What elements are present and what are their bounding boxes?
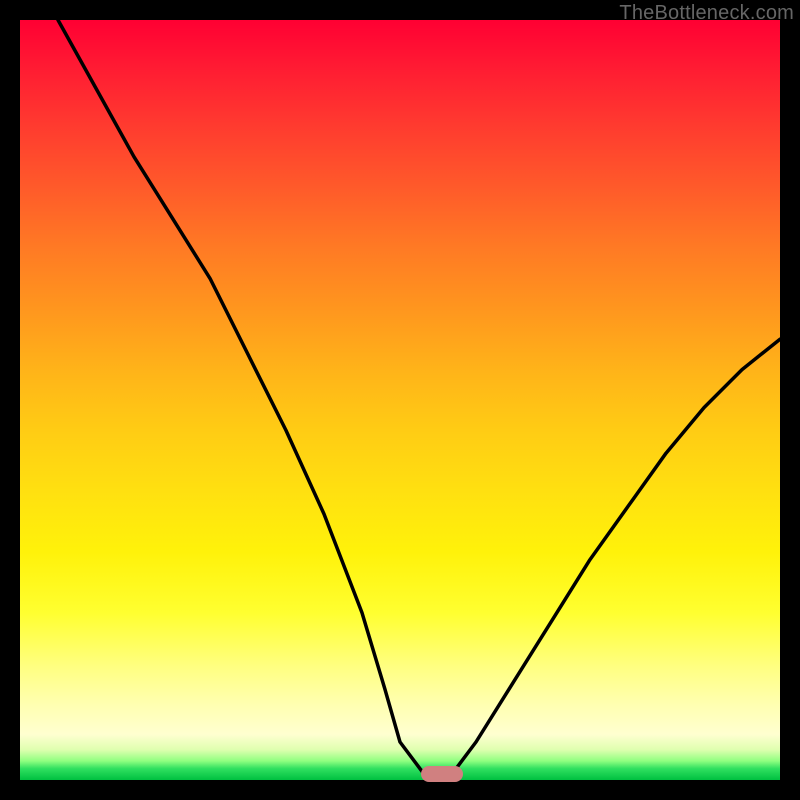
curve-svg — [20, 20, 780, 780]
bottleneck-curve — [58, 20, 780, 780]
optimum-marker — [421, 766, 463, 782]
plot-area — [20, 20, 780, 780]
chart-frame: TheBottleneck.com — [0, 0, 800, 800]
